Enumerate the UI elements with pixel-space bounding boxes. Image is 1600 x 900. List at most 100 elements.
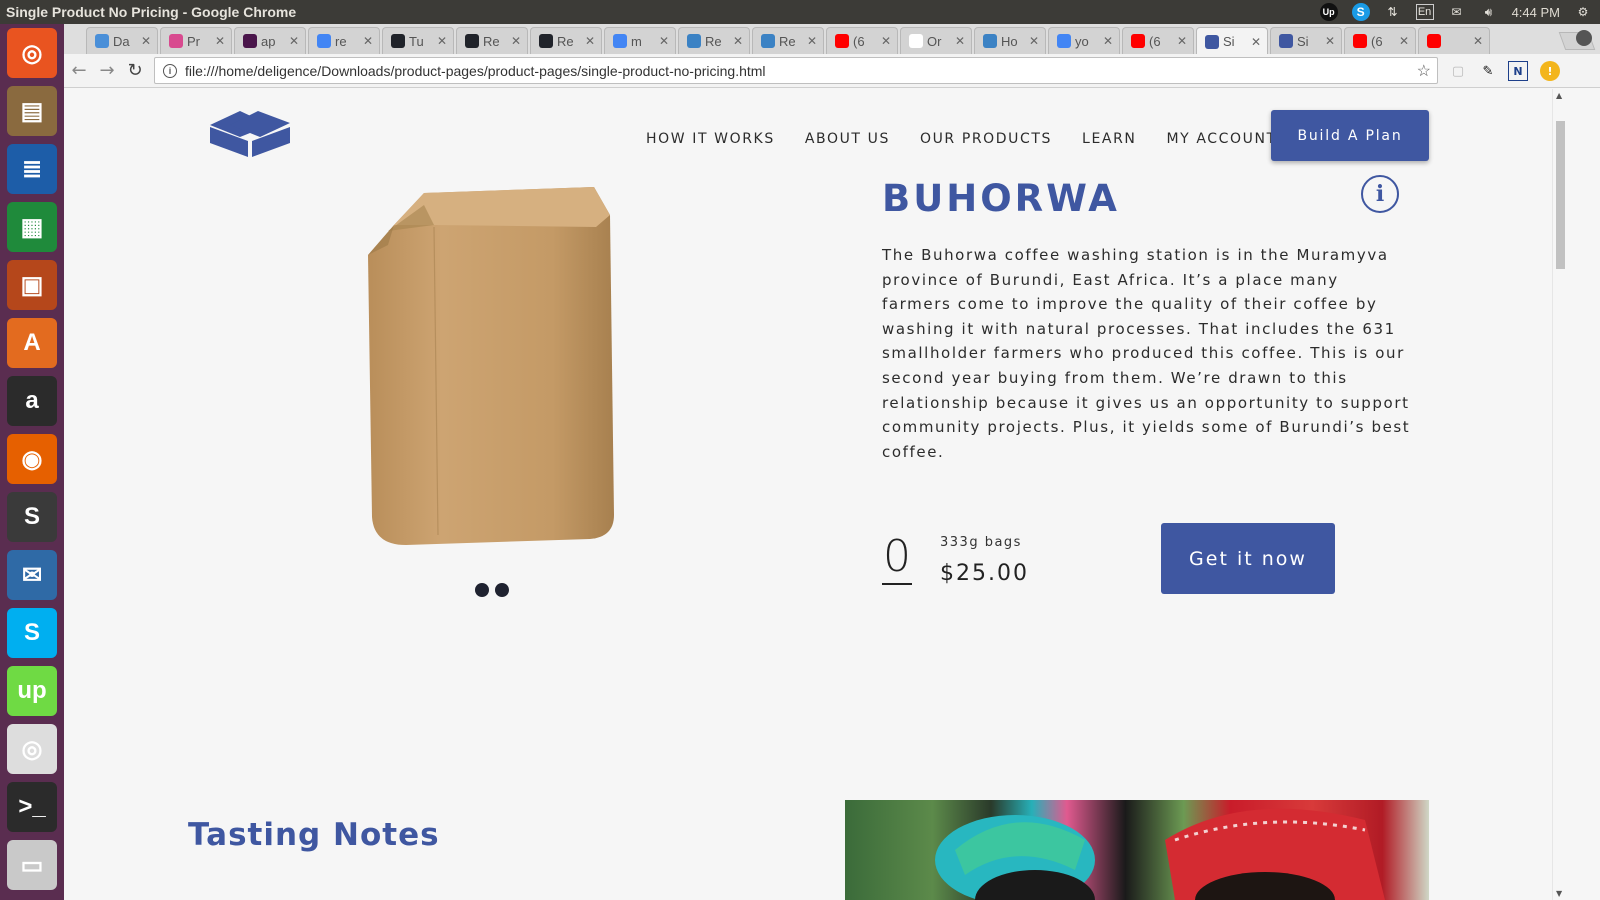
nav-how-it-works[interactable]: HOW IT WORKS (646, 131, 775, 147)
nav-about-us[interactable]: ABOUT US (805, 131, 890, 147)
volume-icon[interactable]: 🔊︎ (1480, 3, 1498, 21)
browser-tab[interactable]: yo ✕ (1048, 27, 1120, 54)
extension-n-icon[interactable]: N (1508, 61, 1528, 81)
tab-close-icon[interactable]: ✕ (1029, 34, 1045, 48)
tab-close-icon[interactable]: ✕ (659, 34, 675, 48)
launcher-thunderbird-icon[interactable]: ✉ (7, 550, 57, 600)
network-icon[interactable]: ⇅ (1384, 3, 1402, 21)
extension-alert-icon[interactable]: ! (1540, 61, 1560, 81)
scroll-up-arrow-icon[interactable]: ▲ (1556, 91, 1562, 100)
tab-close-icon[interactable]: ✕ (733, 34, 749, 48)
browser-tab[interactable]: Re ✕ (678, 27, 750, 54)
product-description: The Buhorwa coffee washing station is in… (882, 246, 1411, 461)
browser-tab[interactable]: Pr ✕ (160, 27, 232, 54)
browser-tab[interactable]: Ho ✕ (974, 27, 1046, 54)
browser-tab[interactable]: (6 ✕ (1344, 27, 1416, 54)
browser-tab[interactable]: Re ✕ (456, 27, 528, 54)
scrollbar-thumb[interactable] (1556, 121, 1565, 269)
address-bar[interactable]: i file:///home/deligence/Downloads/produ… (154, 57, 1438, 84)
browser-tab[interactable]: (6 ✕ (826, 27, 898, 54)
info-icon[interactable]: i (1361, 175, 1399, 213)
settings-gear-icon[interactable]: ⚙ (1574, 3, 1592, 21)
launcher-scanner-icon[interactable]: ▭ (7, 840, 57, 890)
site-info-icon[interactable]: i (163, 63, 177, 78)
tab-close-icon[interactable]: ✕ (141, 34, 157, 48)
carousel-dot[interactable] (495, 583, 509, 597)
profile-icon[interactable] (1576, 30, 1592, 46)
launcher-chrome-icon[interactable]: ◎ (7, 724, 57, 774)
browser-tab[interactable]: Si ✕ (1196, 27, 1268, 55)
browser-tab[interactable]: ap ✕ (234, 27, 306, 54)
forward-arrow-icon[interactable]: → (94, 58, 120, 84)
tab-favicon-icon (169, 34, 183, 48)
page-scrollbar[interactable]: ▲ ▼ (1552, 89, 1568, 900)
tab-close-icon[interactable]: ✕ (585, 34, 601, 48)
tab-close-icon[interactable]: ✕ (807, 34, 823, 48)
tab-close-icon[interactable]: ✕ (955, 34, 971, 48)
launcher-sublime-icon[interactable]: S (7, 492, 57, 542)
browser-tab[interactable]: Re ✕ (530, 27, 602, 54)
tab-close-icon[interactable]: ✕ (1325, 34, 1341, 48)
launcher-skype-icon[interactable]: S (7, 608, 57, 658)
tab-close-icon[interactable]: ✕ (1251, 35, 1267, 49)
launcher-amazon-icon[interactable]: a (7, 376, 57, 426)
url-text[interactable]: file:///home/deligence/Downloads/product… (185, 63, 766, 79)
launcher-writer-icon[interactable]: ≣ (7, 144, 57, 194)
keyboard-layout-indicator[interactable]: En (1415, 4, 1434, 20)
launcher-ubuntu-dash-icon[interactable]: ◎ (7, 28, 57, 78)
get-it-now-button[interactable]: Get it now (1161, 523, 1335, 594)
launcher-firefox-icon[interactable]: ◉ (7, 434, 57, 484)
launcher-upwork-icon[interactable]: up (7, 666, 57, 716)
browser-tab[interactable]: Da ✕ (86, 27, 158, 54)
browser-tab[interactable]: Tu ✕ (382, 27, 454, 54)
nav-learn[interactable]: LEARN (1082, 131, 1136, 147)
launcher-files-icon[interactable]: ▤ (7, 86, 57, 136)
browser-tab[interactable]: Si ✕ (1270, 27, 1342, 54)
launcher-calc-icon[interactable]: ▦ (7, 202, 57, 252)
reload-icon[interactable]: ↻ (122, 58, 148, 84)
browser-tab[interactable]: m ✕ (604, 27, 676, 54)
tab-favicon-icon (835, 34, 849, 48)
extension-blank-icon[interactable]: ▢ (1448, 61, 1468, 81)
launcher-software-center-icon[interactable]: A (7, 318, 57, 368)
browser-tab[interactable]: Re ✕ (752, 27, 824, 54)
browser-tab[interactable]: ✕ (1418, 27, 1490, 54)
scroll-down-arrow-icon[interactable]: ▼ (1556, 889, 1562, 898)
nav-our-products[interactable]: OUR PRODUCTS (920, 131, 1052, 147)
tab-label: (6 (1371, 33, 1383, 49)
clock[interactable]: 4:44 PM (1512, 5, 1560, 20)
browser-tab[interactable]: Or ✕ (900, 27, 972, 54)
tab-favicon-icon (687, 34, 701, 48)
upwork-tray-icon[interactable]: Up (1319, 3, 1338, 21)
nav-my-account[interactable]: MY ACCOUNT (1166, 131, 1276, 147)
tab-favicon-icon (1205, 34, 1219, 49)
tab-close-icon[interactable]: ✕ (215, 34, 231, 48)
extension-feather-icon[interactable]: ✎ (1478, 61, 1498, 81)
back-arrow-icon[interactable]: ← (66, 58, 92, 84)
tab-close-icon[interactable]: ✕ (511, 34, 527, 48)
skype-tray-icon[interactable]: S (1351, 3, 1370, 21)
tab-favicon-icon (243, 34, 257, 48)
browser-tab[interactable]: (6 ✕ (1122, 27, 1194, 54)
tab-close-icon[interactable]: ✕ (289, 34, 305, 48)
main-nav: HOW IT WORKS ABOUT US OUR PRODUCTS LEARN… (646, 131, 1277, 147)
carousel-dot[interactable] (475, 583, 489, 597)
tab-close-icon[interactable]: ✕ (1103, 34, 1119, 48)
tab-close-icon[interactable]: ✕ (881, 34, 897, 48)
launcher-terminal-icon[interactable]: >_ (7, 782, 57, 832)
site-logo[interactable] (208, 107, 292, 159)
tab-close-icon[interactable]: ✕ (1177, 34, 1193, 48)
tab-close-icon[interactable]: ✕ (1399, 34, 1415, 48)
tab-label: ap (261, 33, 276, 49)
quantity-input[interactable]: 0 (882, 531, 912, 585)
tab-close-icon[interactable]: ✕ (1473, 34, 1489, 48)
build-a-plan-button[interactable]: Build A Plan (1271, 110, 1429, 161)
tasting-notes-heading: Tasting Notes (188, 817, 440, 853)
mail-icon[interactable]: ✉ (1448, 3, 1466, 21)
bag-size-label: 333g bags (940, 535, 1022, 550)
bookmark-star-icon[interactable]: ☆ (1417, 61, 1431, 81)
launcher-impress-icon[interactable]: ▣ (7, 260, 57, 310)
tab-close-icon[interactable]: ✕ (437, 34, 453, 48)
tab-close-icon[interactable]: ✕ (363, 34, 379, 48)
browser-tab[interactable]: re ✕ (308, 27, 380, 54)
